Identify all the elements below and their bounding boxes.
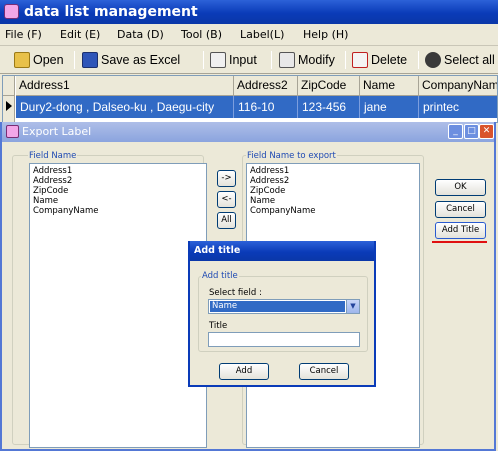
menu-data[interactable]: Data (D) [117,28,164,41]
column-header-companyname[interactable]: CompanyName [419,76,497,96]
delete-icon [352,52,368,68]
select-all-label: Select all [444,53,495,67]
save-excel-label: Save as Excel [101,53,181,67]
move-left-button[interactable]: <- [217,191,236,208]
list-item[interactable]: ZipCode [33,186,203,196]
list-item[interactable]: CompanyName [250,206,416,216]
add-title-dialog-title[interactable]: Add title [190,241,374,261]
pencil-icon [210,52,226,68]
toolbar-separator [203,51,204,69]
edit-document-icon [279,52,295,68]
export-label-title: Export Label [22,125,92,138]
modify-label: Modify [298,53,335,67]
row-selector[interactable] [3,96,15,122]
modify-button[interactable]: Modify [279,50,335,70]
toolbar-separator [74,51,75,69]
chevron-down-icon[interactable]: ▼ [346,300,359,313]
add-title-group-legend: Add title [201,271,239,281]
grid-cell-companyname[interactable]: printec [419,96,497,118]
add-title-button[interactable]: Add Title [435,222,486,239]
delete-button[interactable]: Delete [352,50,407,70]
minimize-icon[interactable]: _ [448,124,463,139]
add-title-dialog: Add title Add title Select field : Name … [188,241,376,387]
menu-label[interactable]: Label(L) [240,28,284,41]
field-name-legend: Field Name [28,151,78,161]
input-button[interactable]: Input [210,50,257,70]
floppy-disk-icon [82,52,98,68]
list-item[interactable]: Name [250,196,416,206]
column-header-address1[interactable]: Address1 [16,76,234,96]
close-icon[interactable]: ✕ [479,124,494,139]
dialog-cancel-button[interactable]: Cancel [299,363,349,380]
menu-file[interactable]: File (F) [5,28,42,41]
highlight-underline [432,241,487,243]
current-row-arrow-icon [6,101,12,111]
main-window-title: data list management [24,4,198,20]
menu-help[interactable]: Help (H) [303,28,348,41]
open-label: Open [33,53,64,67]
grid-cell-address2[interactable]: 116-10 [234,96,298,118]
list-item[interactable]: Address1 [33,166,203,176]
list-item[interactable]: CompanyName [33,206,203,216]
grid-cell-zipcode[interactable]: 123-456 [298,96,360,118]
grid-corner [3,76,15,96]
cancel-button[interactable]: Cancel [435,201,486,218]
list-item[interactable]: Address1 [250,166,416,176]
grid-cell-address1[interactable]: Dury2-dong , Dalseo-ku , Daegu-city [16,96,234,118]
toolbar-separator [271,51,272,69]
field-name-list[interactable]: Address1 Address2 ZipCode Name CompanyNa… [29,163,207,448]
list-item[interactable]: Name [33,196,203,206]
title-input[interactable] [208,332,360,347]
move-right-button[interactable]: -> [217,170,236,187]
maximize-icon[interactable]: □ [464,124,479,139]
column-header-zipcode[interactable]: ZipCode [298,76,360,96]
toolbar-separator [418,51,419,69]
list-item[interactable]: Address2 [250,176,416,186]
save-excel-button[interactable]: Save as Excel [82,50,180,70]
add-button[interactable]: Add [219,363,269,380]
main-title-bar: data list management [0,0,498,24]
export-label-title-bar[interactable]: Export Label _ □ ✕ [2,122,494,142]
title-label: Title [209,321,228,331]
delete-label: Delete [371,53,408,67]
app-icon [6,125,19,138]
menu-edit[interactable]: Edit (E) [60,28,100,41]
data-grid[interactable]: Address1 Address2 ZipCode Name CompanyNa… [2,75,498,123]
toolbar-separator [345,51,346,69]
open-button[interactable]: Open [14,50,64,70]
menu-bar: File (F) Edit (E) Data (D) Tool (B) Labe… [0,24,498,46]
menu-tool[interactable]: Tool (B) [181,28,222,41]
select-all-button[interactable]: Select all [425,50,495,70]
folder-icon [14,52,30,68]
list-item[interactable]: ZipCode [250,186,416,196]
select-all-icon [425,52,441,68]
column-header-name[interactable]: Name [360,76,419,96]
input-label: Input [229,53,257,67]
select-field-label: Select field : [209,288,262,298]
column-header-address2[interactable]: Address2 [234,76,298,96]
select-field-value: Name [210,301,345,312]
export-field-legend: Field Name to export [246,151,337,161]
move-all-button[interactable]: All [217,212,236,229]
ok-button[interactable]: OK [435,179,486,196]
app-icon [4,4,19,19]
grid-cell-name[interactable]: jane [360,96,419,118]
list-item[interactable]: Address2 [33,176,203,186]
toolbar: Open Save as Excel Input Modify Delete S… [0,46,498,74]
select-field-dropdown[interactable]: Name ▼ [208,299,360,314]
